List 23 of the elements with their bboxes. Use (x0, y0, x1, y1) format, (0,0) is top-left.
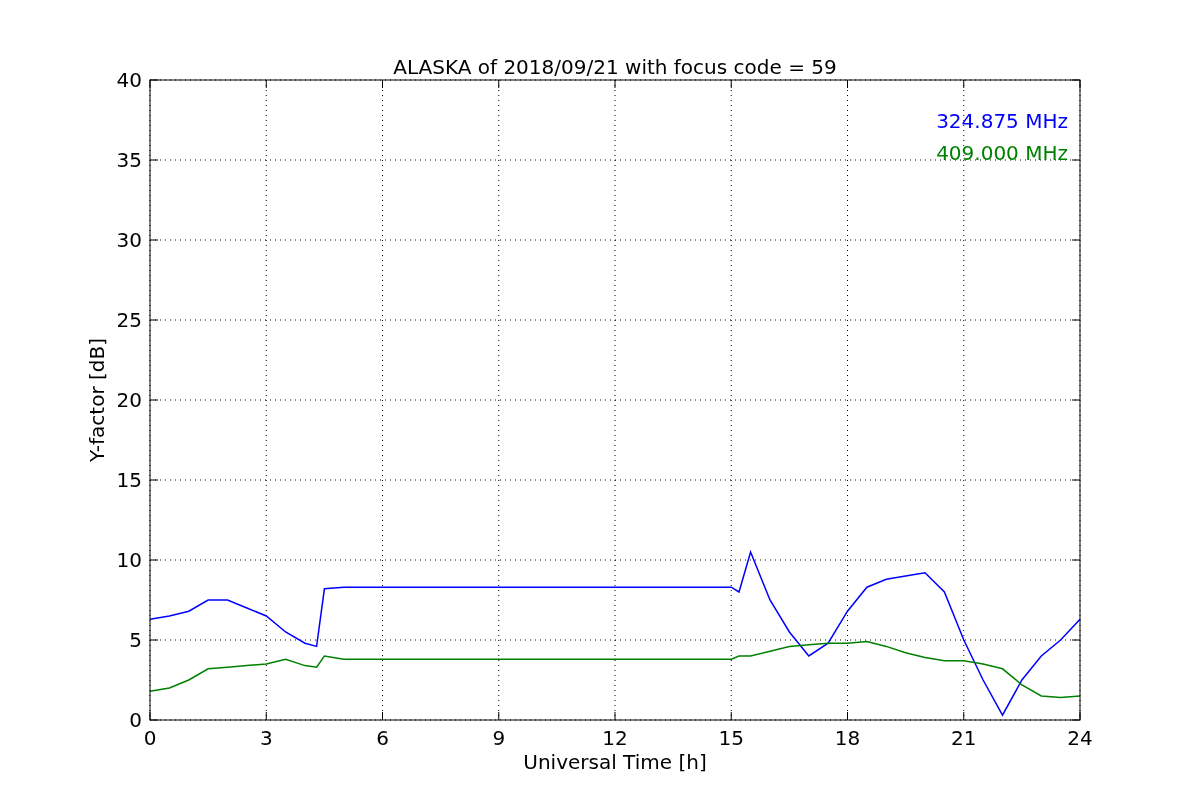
x-tick-label: 21 (951, 726, 977, 750)
y-tick-label: 25 (116, 308, 142, 332)
y-axis-label: Y-factor [dB] (85, 338, 109, 462)
x-tick-label: 6 (376, 726, 389, 750)
x-tick-label: 3 (259, 726, 273, 750)
x-axis-label: Universal Time [h] (523, 750, 707, 774)
y-tick-label: 30 (116, 228, 142, 252)
x-tick-label: 12 (602, 726, 628, 750)
legend-label: 324.875 MHz (936, 109, 1068, 133)
y-tick-label: 5 (129, 628, 142, 652)
y-tick-label: 40 (116, 68, 142, 92)
y-tick-label: 35 (116, 148, 142, 172)
y-tick-label: 15 (116, 468, 142, 492)
y-tick-label: 20 (116, 388, 142, 412)
x-tick-label: 9 (492, 726, 506, 750)
x-tick-label: 15 (718, 726, 744, 750)
x-tick-label: 24 (1067, 726, 1093, 750)
x-tick-label: 0 (143, 726, 157, 750)
y-tick-label: 0 (129, 708, 142, 732)
chart-title: ALASKA of 2018/09/21 with focus code = 59 (393, 55, 837, 79)
y-tick-label: 10 (116, 548, 142, 572)
x-tick-label: 18 (834, 726, 861, 750)
legend-label: 409.000 MHz (936, 141, 1068, 165)
